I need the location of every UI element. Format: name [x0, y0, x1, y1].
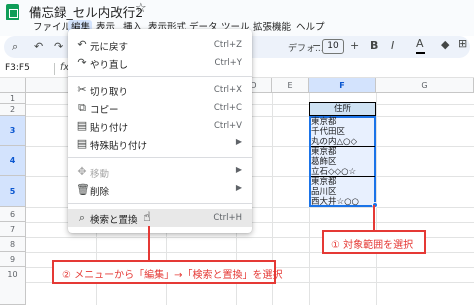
document-title[interactable]: 備忘録_セル内改行2	[29, 2, 143, 21]
annotation-arrow	[148, 226, 150, 260]
menu-item-label: 切り取り	[90, 87, 129, 98]
select-all-corner[interactable]	[0, 78, 26, 93]
copy-icon: ⧉	[78, 101, 86, 114]
menu-item-label: やり直し	[90, 60, 129, 71]
annotation-arrow	[373, 205, 375, 230]
annotation-menu-note: ② メニューから「編集」→「検索と置換」を選択	[52, 260, 283, 284]
menu-item-label: 貼り付け	[90, 123, 129, 134]
address-line: 品川区	[311, 187, 337, 197]
submenu-arrow-icon: ▶	[235, 165, 242, 174]
bold-button[interactable]: B	[370, 39, 378, 52]
address-line: 東京都	[311, 147, 337, 157]
address-cell-f3[interactable]: 東京都 千代田区 丸の内△○◇	[311, 117, 375, 147]
grid-line	[376, 93, 377, 305]
redo-icon: ↷	[77, 56, 87, 69]
menu-separator	[68, 203, 252, 204]
sheets-logo-icon[interactable]	[6, 4, 19, 21]
decrease-font-size-button[interactable]: −	[312, 39, 321, 52]
formula-divider	[54, 63, 55, 75]
address-line: 丸の内△○◇	[311, 137, 357, 147]
italic-icon[interactable]: I	[391, 39, 394, 52]
redo-icon[interactable]: ↷	[54, 40, 63, 53]
text-color-swatch	[416, 52, 425, 54]
submenu-arrow-icon: ▶	[235, 137, 242, 146]
address-line: 千代田区	[311, 127, 346, 137]
column-header-g[interactable]: G	[376, 78, 474, 93]
menu-item-find-replace[interactable]: ⌕ 検索と置換 Ctrl+H	[68, 209, 252, 227]
row-header-10[interactable]: 10	[0, 267, 26, 305]
annotation-range-note: ① 対象範囲を選択	[322, 230, 426, 254]
column-header-e[interactable]: E	[272, 78, 309, 93]
menu-item-paste-special[interactable]: ▤ 特殊貼り付け ▶	[68, 135, 252, 153]
undo-icon: ↶	[77, 38, 87, 51]
title-bar: 備忘録_セル内改行2 ☆	[0, 0, 474, 21]
row-header-7[interactable]: 7	[0, 222, 26, 237]
hand-cursor-icon: ☝	[143, 210, 151, 225]
menu-item-label: 削除	[90, 187, 110, 198]
menu-item-label: コピー	[90, 105, 119, 116]
menu-item-move[interactable]: ✥ 移動 ▶	[68, 163, 252, 181]
menu-item-label: 元に戻す	[90, 42, 129, 53]
address-line: 東京都	[311, 177, 337, 187]
text-color-button[interactable]: A	[416, 37, 424, 50]
menu-item-copy[interactable]: ⧉ コピー Ctrl+C	[68, 99, 252, 117]
annotation-text: ① 対象範囲を選択	[331, 240, 414, 251]
submenu-arrow-icon: ▶	[235, 183, 242, 192]
address-line: 東京都	[311, 117, 337, 127]
menu-extensions[interactable]: 拡張機能	[253, 20, 291, 35]
menu-item-delete[interactable]: 🗑 削除 ▶	[68, 181, 252, 199]
increase-font-size-button[interactable]: +	[350, 39, 359, 52]
address-header-cell[interactable]: 住所	[309, 102, 376, 116]
fill-color-icon[interactable]: ◆	[441, 38, 449, 51]
menu-item-shortcut: Ctrl+Y	[214, 58, 242, 68]
trash-icon: 🗑	[76, 183, 90, 196]
address-line: 葛飾区	[311, 157, 337, 167]
row-header-3[interactable]: 3	[0, 116, 26, 146]
row-header-1[interactable]: 1	[0, 93, 26, 104]
row-header-8[interactable]: 8	[0, 237, 26, 252]
move-icon: ✥	[77, 165, 87, 178]
search-icon[interactable]: ⌕	[12, 40, 18, 54]
menu-item-label: 移動	[90, 169, 110, 180]
menu-separator	[68, 76, 252, 77]
name-box[interactable]: F3:F5	[5, 63, 30, 73]
address-cell-f4[interactable]: 東京都 葛飾区 立石◇◇○☆	[311, 147, 375, 177]
menu-item-shortcut: Ctrl+H	[213, 213, 242, 223]
find-replace-icon: ⌕	[78, 211, 86, 224]
menu-item-undo[interactable]: ↶ 元に戻す Ctrl+Z	[68, 36, 252, 54]
star-icon[interactable]: ☆	[135, 1, 147, 16]
menu-separator	[68, 157, 252, 158]
address-line: 立石◇◇○☆	[311, 167, 357, 177]
menu-item-label: 特殊貼り付け	[90, 141, 148, 152]
scissors-icon: ✂	[77, 83, 87, 96]
edit-menu-dropdown: ↶ 元に戻す Ctrl+Z ↷ やり直し Ctrl+Y ✂ 切り取り Ctrl+…	[68, 29, 252, 233]
row-header-9[interactable]: 9	[0, 252, 26, 267]
clipboard-icon: ▤	[76, 119, 88, 132]
row-header-4[interactable]: 4	[0, 146, 26, 176]
row-header-6[interactable]: 6	[0, 207, 26, 222]
address-cell-f5[interactable]: 東京都 品川区 西大井☆○○	[311, 177, 375, 207]
menu-item-label: 検索と置換	[90, 215, 138, 226]
menu-item-paste[interactable]: ▤ 貼り付け Ctrl+V	[68, 117, 252, 135]
undo-icon[interactable]: ↶	[34, 40, 43, 53]
row-header-2[interactable]: 2	[0, 104, 26, 116]
menu-item-shortcut: Ctrl+X	[213, 85, 242, 95]
font-size-input[interactable]: 10	[322, 39, 344, 54]
menu-help[interactable]: ヘルプ	[296, 20, 325, 35]
row-header-5[interactable]: 5	[0, 176, 26, 207]
borders-icon[interactable]: ⊞	[458, 37, 467, 50]
menu-item-redo[interactable]: ↷ やり直し Ctrl+Y	[68, 54, 252, 72]
menu-item-shortcut: Ctrl+V	[213, 121, 242, 131]
address-line: 西大井☆○○	[311, 197, 359, 207]
menu-item-shortcut: Ctrl+Z	[213, 40, 242, 50]
menu-file[interactable]: ファイル	[33, 20, 71, 35]
menu-item-shortcut: Ctrl+C	[213, 103, 242, 113]
column-header-f[interactable]: F	[309, 78, 376, 93]
clipboard-icon: ▤	[76, 137, 88, 150]
annotation-text: ② メニューから「編集」→「検索と置換」を選択	[62, 270, 283, 281]
menu-item-cut[interactable]: ✂ 切り取り Ctrl+X	[68, 81, 252, 99]
